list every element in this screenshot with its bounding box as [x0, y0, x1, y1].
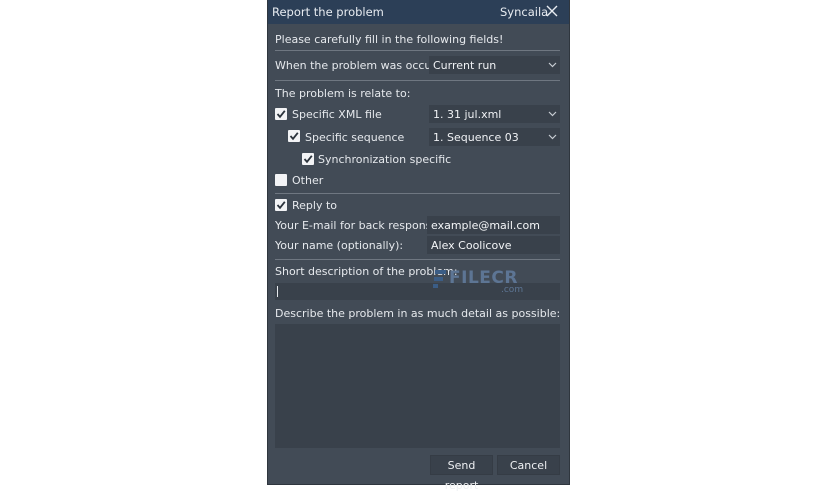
chevron-down-icon: [548, 111, 557, 117]
divider: [275, 50, 560, 51]
app-name: Syncaila: [500, 5, 549, 19]
chevron-down-icon: [548, 134, 557, 140]
occur-dropdown[interactable]: Current run: [429, 56, 560, 74]
window-title: Report the problem: [272, 5, 384, 19]
email-field[interactable]: example@mail.com: [427, 216, 560, 234]
xml-file-dropdown[interactable]: 1. 31 jul.xml: [429, 105, 560, 123]
watermark-suffix: .com: [501, 285, 524, 295]
checkmark-icon: [303, 155, 313, 164]
chevron-down-icon: [548, 62, 557, 68]
sequence-checkbox[interactable]: [288, 130, 300, 142]
send-report-button[interactable]: Send report: [430, 455, 493, 492]
sequence-dropdown[interactable]: 1. Sequence 03: [429, 128, 560, 146]
relate-label: The problem is relate to:: [275, 87, 411, 100]
sequence-value: 1. Sequence 03: [433, 131, 519, 144]
occur-value: Current run: [433, 59, 497, 72]
text-cursor: [277, 286, 278, 297]
xml-file-label: Specific XML file: [292, 108, 382, 121]
name-field[interactable]: Alex Coolicove: [427, 236, 560, 254]
divider: [275, 259, 560, 260]
other-label: Other: [292, 174, 324, 187]
checkmark-icon: [289, 132, 299, 141]
report-dialog: Report the problem Syncaila Please caref…: [268, 0, 569, 492]
reply-checkbox[interactable]: [275, 199, 287, 211]
sync-checkbox[interactable]: [302, 153, 314, 165]
filecr-logo-icon: [433, 270, 446, 288]
checkmark-icon: [276, 201, 286, 210]
occur-label: When the problem was occur?: [275, 59, 442, 72]
close-icon[interactable]: [544, 3, 560, 19]
reply-label: Reply to: [292, 199, 338, 212]
divider: [275, 80, 560, 81]
other-checkbox[interactable]: [275, 174, 287, 186]
name-value: Alex Coolicove: [431, 239, 512, 252]
intro-text: Please carefully fill in the following f…: [275, 33, 504, 46]
name-label: Your name (optionally):: [275, 239, 404, 252]
email-value: example@mail.com: [431, 219, 540, 232]
divider: [275, 193, 560, 194]
title-bar: Report the problem Syncaila: [268, 0, 569, 24]
cancel-button[interactable]: Cancel: [497, 455, 560, 475]
watermark: FILECR .com: [433, 268, 533, 300]
sync-label: Synchronization specific: [318, 153, 452, 166]
short-desc-label: Short description of the problem:: [275, 265, 458, 278]
detail-desc-label: Describe the problem in as much detail a…: [275, 307, 561, 320]
xml-file-checkbox[interactable]: [275, 108, 287, 120]
detail-desc-textarea[interactable]: [275, 324, 560, 448]
email-label: Your E-mail for back response:: [275, 219, 442, 232]
checkmark-icon: [276, 110, 286, 119]
xml-file-value: 1. 31 jul.xml: [433, 108, 502, 121]
sequence-label: Specific sequence: [305, 131, 405, 144]
